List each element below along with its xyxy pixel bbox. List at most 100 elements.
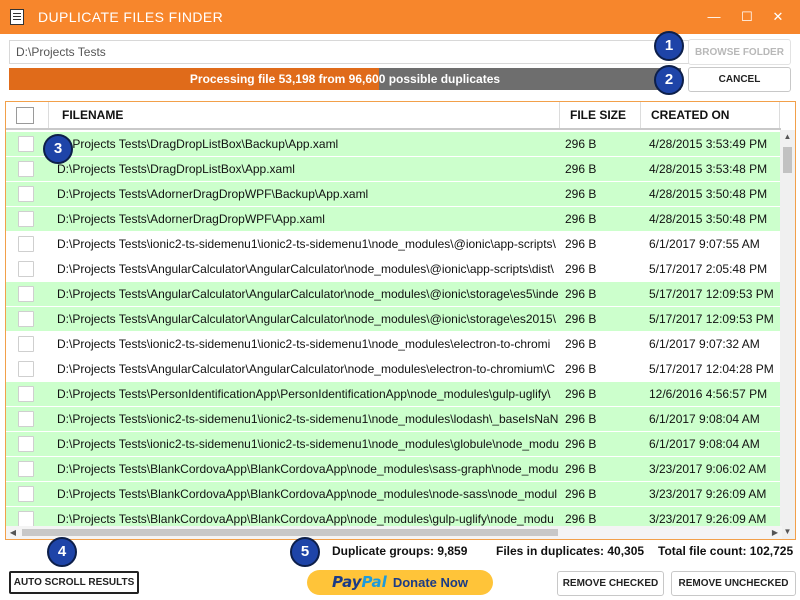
cell-filename: D:\Projects Tests\DragDropListBox\App.xa… [57, 162, 295, 176]
cell-filename: D:\Projects Tests\ionic2-ts-sidemenu1\io… [57, 412, 559, 426]
cell-created-on: 3/23/2017 9:26:09 AM [649, 487, 767, 501]
row-checkbox[interactable] [18, 436, 34, 452]
table-row[interactable]: D:\Projects Tests\AngularCalculator\Angu… [6, 282, 781, 307]
remove-checked-button[interactable]: REMOVE CHECKED [557, 571, 664, 596]
cell-file-size: 296 B [565, 262, 597, 276]
row-checkbox[interactable] [18, 136, 34, 152]
table-row[interactable]: D:\Projects Tests\AngularCalculator\Angu… [6, 257, 781, 282]
table-row[interactable]: D:\Projects Tests\AdornerDragDropWPF\App… [6, 207, 781, 232]
column-header-created-on[interactable]: CREATED ON [643, 102, 779, 128]
paypal-logo-pay: Pay [332, 573, 362, 591]
row-checkbox[interactable] [18, 211, 34, 227]
document-icon [10, 9, 24, 25]
cell-created-on: 4/28/2015 3:53:49 PM [649, 137, 768, 151]
cell-created-on: 5/17/2017 12:09:53 PM [649, 312, 774, 326]
cell-file-size: 296 B [565, 337, 597, 351]
table-row[interactable]: D:\Projects Tests\DragDropListBox\App.xa… [6, 157, 781, 182]
row-checkbox[interactable] [18, 411, 34, 427]
column-header-file-size[interactable]: FILE SIZE [562, 102, 640, 128]
cancel-button[interactable]: CANCEL [688, 67, 791, 92]
cell-created-on: 12/6/2016 4:56:57 PM [649, 387, 768, 401]
vertical-scroll-thumb[interactable] [783, 147, 792, 173]
cell-filename: D:\Projects Tests\ionic2-ts-sidemenu1\io… [57, 237, 556, 251]
grid-header: FILENAME FILE SIZE CREATED ON [6, 102, 781, 130]
annotation-badge-5: 5 [290, 537, 320, 567]
cell-created-on: 5/17/2017 12:04:28 PM [649, 362, 774, 376]
row-checkbox[interactable] [18, 286, 34, 302]
table-row[interactable]: D:\Projects Tests\PersonIdentificationAp… [6, 382, 781, 407]
maximize-icon[interactable]: ☐ [737, 7, 757, 27]
row-checkbox[interactable] [18, 386, 34, 402]
window-title: DUPLICATE FILES FINDER [38, 9, 224, 25]
title-bar: DUPLICATE FILES FINDER — ☐ ✕ [0, 0, 800, 34]
annotation-badge-2: 2 [654, 65, 684, 95]
cell-filename: D:\Projects Tests\BlankCordovaApp\BlankC… [57, 462, 559, 476]
annotation-badge-1: 1 [654, 31, 684, 61]
table-row[interactable]: D:\Projects Tests\AngularCalculator\Angu… [6, 357, 781, 382]
scroll-left-icon[interactable]: ◀ [6, 526, 20, 539]
scroll-up-icon[interactable]: ▲ [780, 130, 795, 144]
cell-filename: D:\Projects Tests\AngularCalculator\Angu… [57, 312, 556, 326]
row-checkbox[interactable] [18, 511, 34, 527]
cell-file-size: 296 B [565, 287, 597, 301]
cell-created-on: 6/1/2017 9:07:55 AM [649, 237, 760, 251]
scroll-right-icon[interactable]: ▶ [768, 526, 782, 539]
row-checkbox[interactable] [18, 311, 34, 327]
row-checkbox[interactable] [18, 486, 34, 502]
cell-file-size: 296 B [565, 412, 597, 426]
column-divider[interactable] [48, 102, 49, 128]
row-checkbox[interactable] [18, 261, 34, 277]
table-row[interactable]: D:\Projects Tests\ionic2-ts-sidemenu1\io… [6, 332, 781, 357]
remove-unchecked-button[interactable]: REMOVE UNCHECKED [671, 571, 796, 596]
table-row[interactable]: D:\Projects Tests\ionic2-ts-sidemenu1\io… [6, 432, 781, 457]
annotation-badge-3: 3 [43, 134, 73, 164]
cell-filename: D:\Projects Tests\AdornerDragDropWPF\Bac… [57, 187, 369, 201]
cell-file-size: 296 B [565, 137, 597, 151]
table-row[interactable]: D:\Projects Tests\BlankCordovaApp\BlankC… [6, 482, 781, 507]
cell-file-size: 296 B [565, 237, 597, 251]
cell-filename: D:\Projects Tests\AngularCalculator\Angu… [57, 362, 556, 376]
table-row[interactable]: D:\Projects Tests\AngularCalculator\Angu… [6, 307, 781, 332]
column-divider[interactable] [640, 102, 641, 128]
cell-file-size: 296 B [565, 387, 597, 401]
auto-scroll-results-button[interactable]: AUTO SCROLL RESULTS [9, 571, 139, 594]
column-divider[interactable] [779, 102, 780, 128]
cell-created-on: 5/17/2017 12:09:53 PM [649, 287, 774, 301]
cell-filename: D:\Projects Tests\DragDropListBox\Backup… [57, 137, 339, 151]
close-icon[interactable]: ✕ [768, 7, 788, 27]
cell-created-on: 6/1/2017 9:08:04 AM [649, 437, 760, 451]
column-header-filename[interactable]: FILENAME [54, 102, 559, 128]
folder-path-input[interactable] [9, 40, 689, 64]
minimize-icon[interactable]: — [704, 7, 724, 27]
row-checkbox[interactable] [18, 336, 34, 352]
browse-folder-button[interactable]: BROWSE FOLDER [688, 39, 791, 65]
cell-file-size: 296 B [565, 212, 597, 226]
cell-file-size: 296 B [565, 187, 597, 201]
files-in-duplicates-stat: Files in duplicates: 40,305 [496, 544, 645, 558]
cell-created-on: 6/1/2017 9:08:04 AM [649, 412, 760, 426]
row-checkbox[interactable] [18, 361, 34, 377]
scroll-down-icon[interactable]: ▼ [780, 525, 795, 539]
annotation-badge-4: 4 [47, 537, 77, 567]
horizontal-scroll-thumb[interactable] [22, 529, 558, 536]
table-row[interactable]: D:\Projects Tests\AdornerDragDropWPF\Bac… [6, 182, 781, 207]
column-divider[interactable] [559, 102, 560, 128]
cell-created-on: 4/28/2015 3:50:48 PM [649, 187, 768, 201]
row-checkbox[interactable] [18, 186, 34, 202]
cell-created-on: 4/28/2015 3:53:48 PM [649, 162, 768, 176]
paypal-donate-button[interactable]: PayPal Donate Now [307, 570, 493, 595]
cell-created-on: 5/17/2017 2:05:48 PM [649, 262, 768, 276]
cell-created-on: 4/28/2015 3:50:48 PM [649, 212, 768, 226]
table-row[interactable]: D:\Projects Tests\ionic2-ts-sidemenu1\io… [6, 407, 781, 432]
row-checkbox[interactable] [18, 461, 34, 477]
cell-filename: D:\Projects Tests\ionic2-ts-sidemenu1\io… [57, 437, 559, 451]
row-checkbox[interactable] [18, 236, 34, 252]
select-all-checkbox[interactable] [16, 107, 34, 124]
horizontal-scrollbar[interactable]: ◀ ▶ [6, 526, 782, 539]
table-row[interactable]: D:\Projects Tests\DragDropListBox\Backup… [6, 132, 781, 157]
vertical-scrollbar[interactable]: ▲ ▼ [780, 130, 795, 539]
row-checkbox[interactable] [18, 161, 34, 177]
table-row[interactable]: D:\Projects Tests\BlankCordovaApp\BlankC… [6, 457, 781, 482]
cell-file-size: 296 B [565, 362, 597, 376]
table-row[interactable]: D:\Projects Tests\ionic2-ts-sidemenu1\io… [6, 232, 781, 257]
